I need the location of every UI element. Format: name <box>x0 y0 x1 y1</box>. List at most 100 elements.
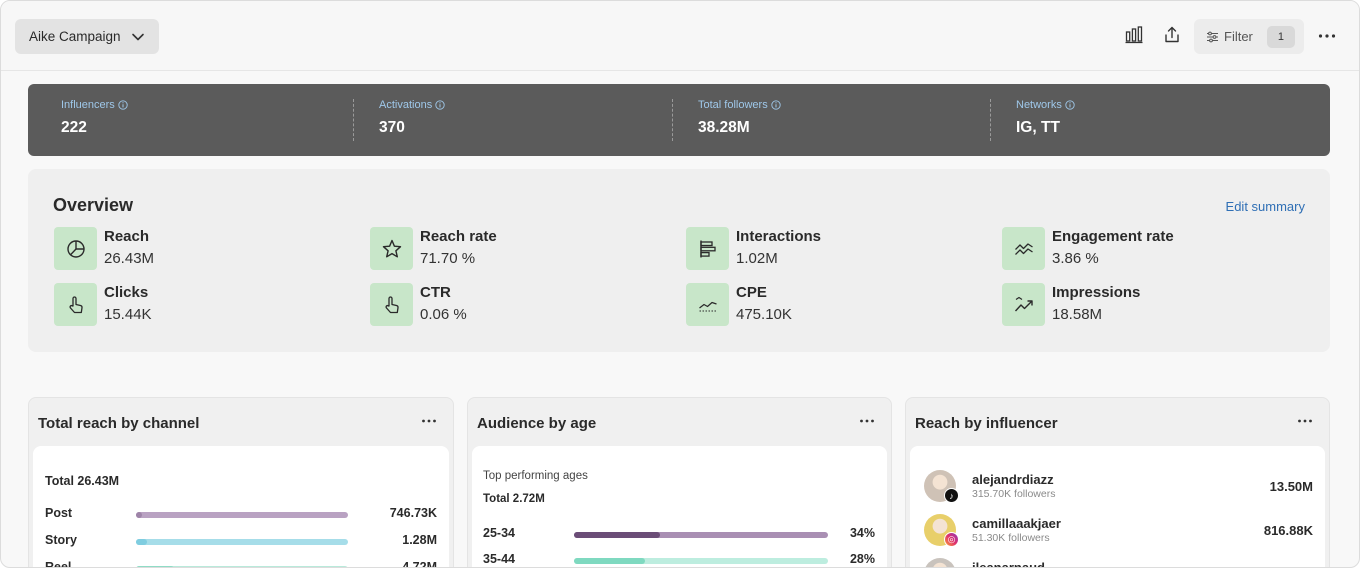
stat-value: 222 <box>61 119 87 136</box>
info-icon[interactable] <box>1065 100 1075 110</box>
age-bar-fill <box>574 558 646 564</box>
stat-influencers: Influencers 222 <box>28 84 346 156</box>
pie-chart-icon <box>54 227 97 270</box>
instagram-icon: ◎ <box>944 532 959 547</box>
reach-by-channel-card: Total reach by channel Total 26.43M Post… <box>28 397 454 568</box>
metric-impressions: Impressions 18.58M <box>1002 283 1302 327</box>
metric-value: 1.02M <box>736 250 778 267</box>
overview-panel: Overview Edit summary Reach 26.43M Reach… <box>28 169 1330 352</box>
age-value: 28% <box>849 552 875 566</box>
pointer-hand-icon <box>54 283 97 326</box>
channel-row: Post 746.73K <box>45 504 437 524</box>
bar-chart-icon[interactable] <box>1124 25 1144 45</box>
channel-bar-fill <box>136 539 147 545</box>
stat-label: Total followers <box>698 99 768 111</box>
influencer-name: ileanarnaud <box>972 560 1045 568</box>
stat-activations: Activations 370 <box>346 84 664 156</box>
metric-name: Reach <box>104 228 150 245</box>
metric-interactions: Interactions 1.02M <box>686 227 986 271</box>
metric-value: 26.43M <box>104 250 155 267</box>
metric-value: 18.58M <box>1052 306 1103 323</box>
channel-bar-track <box>136 512 348 518</box>
channel-value: 746.73K <box>389 506 437 520</box>
influencer-row[interactable]: ileanarnaud <box>924 558 1313 568</box>
channel-label: Story <box>45 533 77 547</box>
metric-name: CTR <box>420 284 451 301</box>
share-icon[interactable] <box>1162 25 1182 45</box>
filter-button[interactable]: Filter 1 <box>1194 19 1304 54</box>
influencer-followers: 51.30K followers <box>972 532 1050 544</box>
channel-bar-fill <box>136 512 143 518</box>
channel-total: Total 26.43M <box>45 474 120 488</box>
info-icon[interactable] <box>118 100 128 110</box>
stat-value: 38.28M <box>698 119 750 136</box>
influencer-reach: 13.50M <box>1269 479 1313 494</box>
reach-by-influencer-card: Reach by influencer ♪ alejandrdiazz 315.70… <box>905 397 1330 568</box>
influencer-followers: 315.70K followers <box>972 488 1056 500</box>
avatar <box>924 558 956 567</box>
more-options-icon[interactable] <box>859 416 875 426</box>
age-label: 35-44 <box>483 552 515 566</box>
bar-list-icon <box>686 227 729 270</box>
channel-bar-track <box>136 539 348 545</box>
campaign-selector[interactable]: Aike Campaign <box>15 19 159 54</box>
age-subtitle: Top performing ages <box>483 470 588 482</box>
age-value: 34% <box>849 526 875 540</box>
app-frame: Aike Campaign Filter 1 Influencers 222 A… <box>0 0 1360 568</box>
line-chart-icon <box>686 283 729 326</box>
card-body: Top performing ages Total 2.72M 25-34 34%… <box>472 446 887 567</box>
age-row: 25-34 34% <box>483 524 875 544</box>
age-bar-fill <box>574 532 661 538</box>
age-row: 35-44 28% <box>483 550 875 567</box>
card-body: Total 26.43M Post 746.73K Story 1.28M Reel 4.… <box>33 446 449 568</box>
top-bar: Aike Campaign Filter 1 <box>1 1 1359 71</box>
age-label: 25-34 <box>483 526 515 540</box>
channel-row: Story 1.28M <box>45 531 437 551</box>
campaign-name: Aike Campaign <box>29 29 121 44</box>
influencer-name: alejandrdiazz <box>972 472 1054 487</box>
metric-clicks: Clicks 15.44K <box>54 283 354 327</box>
filter-count-badge: 1 <box>1266 25 1295 48</box>
stat-total-followers: Total followers 38.28M <box>665 84 983 156</box>
metric-value: 71.70 % <box>420 250 476 267</box>
card-title: Total reach by channel <box>38 415 200 432</box>
metric-value: 15.44K <box>104 306 152 323</box>
audience-by-age-card: Audience by age Top performing ages Tota… <box>467 397 892 567</box>
trend-icon <box>1002 227 1045 270</box>
stat-label: Networks <box>1016 99 1062 111</box>
metric-cpe: CPE 475.10K <box>686 283 986 327</box>
info-icon[interactable] <box>435 100 445 110</box>
filter-label: Filter <box>1224 29 1253 44</box>
more-options-icon[interactable] <box>1317 28 1337 44</box>
stat-label: Activations <box>379 99 433 111</box>
info-icon[interactable] <box>771 100 781 110</box>
metric-ctr: CTR 0.06 % <box>370 283 670 327</box>
edit-summary-link[interactable]: Edit summary <box>1226 199 1305 214</box>
overview-title: Overview <box>53 195 134 215</box>
channel-row: Reel 4.72M <box>45 558 437 568</box>
age-bar-track <box>574 532 828 538</box>
channel-value: 1.28M <box>402 533 437 547</box>
age-bar-track <box>574 558 828 564</box>
channel-label: Reel <box>45 560 72 568</box>
metric-name: Clicks <box>104 284 149 301</box>
pointer-hand-icon <box>370 283 413 326</box>
stat-networks: Networks IG, TT <box>983 84 1301 156</box>
more-options-icon[interactable] <box>1297 416 1313 426</box>
metric-name: Interactions <box>736 228 822 245</box>
metric-value: 475.10K <box>736 306 792 323</box>
channel-label: Post <box>45 506 73 520</box>
more-options-icon[interactable] <box>421 416 437 426</box>
stats-banner: Influencers 222 Activations 370 Total fo… <box>28 84 1330 156</box>
influencer-name: camillaaakjaer <box>972 516 1061 531</box>
stat-value: 370 <box>379 119 405 136</box>
influencer-row[interactable]: ♪ alejandrdiazz 315.70K followers 13.50M <box>924 470 1313 506</box>
metric-engagement-rate: Engagement rate 3.86 % <box>1002 227 1302 271</box>
stat-label: Influencers <box>61 99 115 111</box>
metric-name: Engagement rate <box>1052 228 1174 245</box>
sliders-icon <box>1207 31 1218 42</box>
stat-value: IG, TT <box>1016 119 1060 136</box>
card-title: Audience by age <box>477 415 597 432</box>
influencer-row[interactable]: ◎ camillaaakjaer 51.30K followers 816.88K <box>924 514 1313 550</box>
metric-name: Reach rate <box>420 228 497 245</box>
